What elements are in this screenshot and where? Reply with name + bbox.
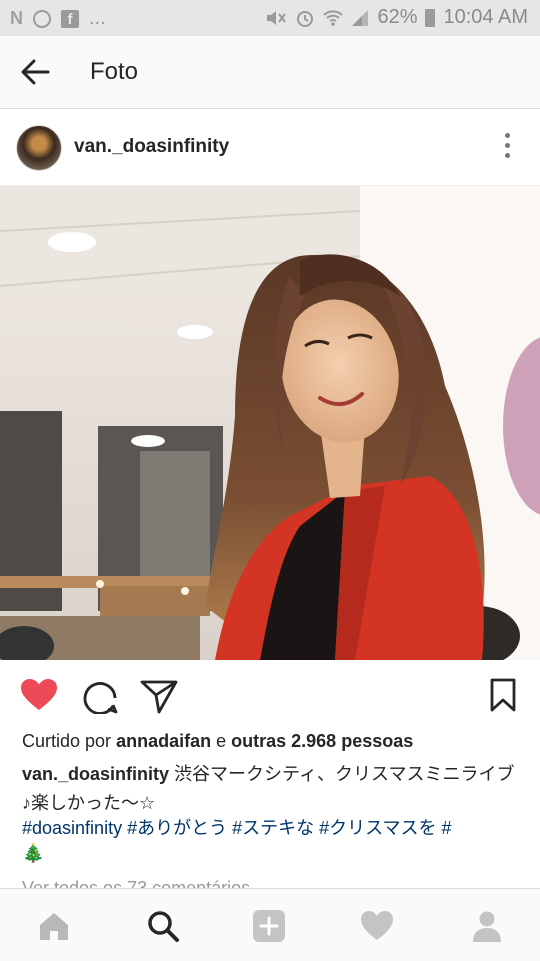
bottom-nav <box>0 888 540 961</box>
status-bar: N f ... 62% 10:04 AM <box>0 0 540 36</box>
like-heart-icon[interactable] <box>20 678 58 712</box>
likes-joiner: e <box>216 731 227 751</box>
battery-percent: 62% <box>377 6 418 28</box>
app-header: Foto <box>0 36 540 109</box>
avatar[interactable] <box>16 125 62 171</box>
n-icon: N <box>10 8 23 28</box>
caption-hashtags[interactable]: #doasinfinity #ありがとう #ステキな #クリスマスを # <box>22 814 522 843</box>
status-notifications: N f ... <box>10 7 106 30</box>
christmas-tree-emoji: 🎄 <box>22 843 45 863</box>
status-indicators: 62% 10:04 AM <box>265 6 528 29</box>
activity-heart-icon[interactable] <box>360 909 394 943</box>
clock: 10:04 AM <box>443 6 528 28</box>
comment-icon[interactable] <box>82 678 118 714</box>
home-icon[interactable] <box>37 909 71 943</box>
share-direct-icon[interactable] <box>140 678 178 714</box>
post-actions <box>0 660 540 728</box>
mute-icon <box>267 10 287 25</box>
wifi-icon <box>323 9 344 26</box>
post-username[interactable]: van._doasinfinity <box>74 136 229 158</box>
post-caption: van._doasinfinity 渋谷マークシティ、クリスマスミニライブ♪楽し… <box>22 760 522 818</box>
page-title: Foto <box>90 58 139 85</box>
more-notifications-icon: ... <box>89 7 106 29</box>
alarm-icon <box>297 10 314 27</box>
signal-icon <box>352 9 369 26</box>
liked-by-user[interactable]: annadaifan <box>116 731 211 751</box>
whatsapp-icon <box>33 9 51 28</box>
likes-others[interactable]: outras 2.968 pessoas <box>231 731 413 751</box>
bookmark-icon[interactable] <box>490 678 516 712</box>
facebook-icon: f <box>61 9 79 28</box>
add-post-icon[interactable] <box>252 909 286 943</box>
profile-icon[interactable] <box>470 909 504 943</box>
post-photo[interactable] <box>0 186 540 660</box>
caption-username[interactable]: van._doasinfinity <box>22 764 169 784</box>
likes-line: Curtido por annadaifan e outras 2.968 pe… <box>22 731 413 752</box>
more-options-icon[interactable] <box>504 133 512 161</box>
likes-prefix: Curtido por <box>22 731 112 751</box>
back-arrow-icon[interactable] <box>20 58 50 86</box>
search-icon[interactable] <box>146 909 180 943</box>
post-photo-image <box>0 186 540 660</box>
post-header: van._doasinfinity <box>0 109 540 186</box>
battery-icon <box>425 8 436 27</box>
